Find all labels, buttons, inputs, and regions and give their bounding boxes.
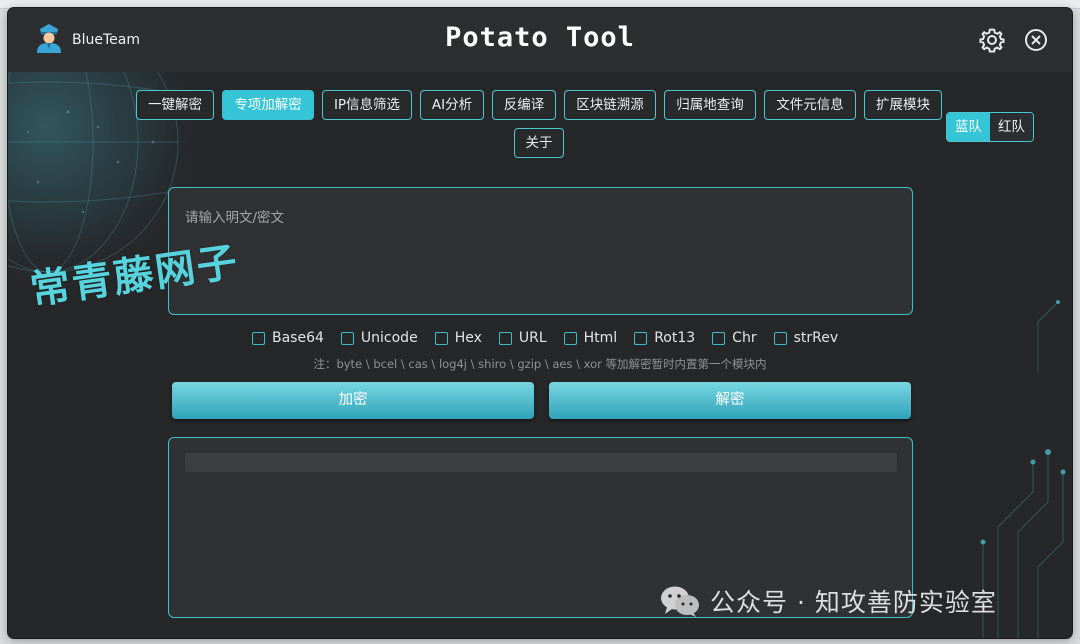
option-label: URL <box>518 330 547 346</box>
tab-extensions[interactable]: 扩展模块 <box>864 90 942 120</box>
option-html[interactable]: Html <box>563 330 618 346</box>
output-first-line <box>185 453 897 472</box>
team-toggle: 蓝队 红队 <box>946 112 1034 142</box>
red-team-option[interactable]: 红队 <box>990 113 1033 141</box>
tab-file-metadata[interactable]: 文件元信息 <box>764 90 856 120</box>
option-strrev[interactable]: strRev <box>773 330 839 346</box>
tab-about[interactable]: 关于 <box>514 128 564 158</box>
option-base64[interactable]: Base64 <box>252 330 324 346</box>
option-label: strRev <box>793 330 839 346</box>
option-label: Html <box>583 330 618 346</box>
checkbox[interactable] <box>498 331 512 345</box>
brand-text: 公众号 · 知攻善防实验室 <box>710 588 997 617</box>
option-hex[interactable]: Hex <box>434 330 482 346</box>
tab-blockchain-trace[interactable]: 区块链溯源 <box>564 90 656 120</box>
option-chr[interactable]: Chr <box>712 330 757 346</box>
checkbox[interactable] <box>434 331 448 345</box>
tab-ai-analysis[interactable]: AI分析 <box>420 90 484 120</box>
option-label: Chr <box>732 330 757 346</box>
encrypt-button[interactable]: 加密 <box>172 382 534 419</box>
gear-icon <box>979 28 1005 53</box>
checkbox[interactable] <box>634 331 648 345</box>
plaintext-ciphertext-input[interactable] <box>168 187 913 315</box>
option-label: Hex <box>454 330 482 346</box>
checkbox[interactable] <box>340 331 354 345</box>
option-url[interactable]: URL <box>498 330 547 346</box>
wechat-icon <box>661 586 699 617</box>
tab-special-crypto[interactable]: 专项加解密 <box>222 90 314 120</box>
checkbox[interactable] <box>252 331 265 345</box>
checkbox[interactable] <box>563 331 577 345</box>
option-rot13[interactable]: Rot13 <box>634 330 695 346</box>
tab-decompile[interactable]: 反编译 <box>492 90 556 120</box>
note-text: 注：byte \ bcel \ cas \ log4j \ shiro \ gz… <box>313 357 767 371</box>
app-title: Potato Tool <box>445 22 635 53</box>
brand-watermark: 公众号 · 知攻善防实验室 <box>658 583 997 619</box>
decrypt-button[interactable]: 解密 <box>549 382 911 419</box>
checkbox[interactable] <box>773 331 787 345</box>
checkbox[interactable] <box>712 331 726 345</box>
tab-location-query[interactable]: 归属地查询 <box>664 90 756 120</box>
title-bar: BlueTeam Potato Tool <box>8 8 1072 72</box>
option-label: Rot13 <box>654 330 696 346</box>
main-content: 一键解密 专项加解密 IP信息筛选 AI分析 反编译 区块链溯源 归属地查询 文… <box>8 72 1072 638</box>
option-label: Unicode <box>360 330 418 346</box>
close-circle-icon <box>1025 29 1047 51</box>
close-button[interactable] <box>1022 26 1050 54</box>
option-unicode[interactable]: Unicode <box>340 330 418 346</box>
app-window: BlueTeam Potato Tool 一键解密 专项加解密 IP信息筛选 A… <box>8 8 1072 638</box>
encoding-options: Base64 Unicode Hex URL Html Rot13 Chr st… <box>252 328 855 348</box>
blue-team-option[interactable]: 蓝队 <box>947 113 990 141</box>
tab-ip-filter[interactable]: IP信息筛选 <box>322 90 412 120</box>
option-label: Base64 <box>272 330 324 346</box>
tab-one-click-decrypt[interactable]: 一键解密 <box>136 90 214 120</box>
settings-button[interactable] <box>978 26 1006 54</box>
